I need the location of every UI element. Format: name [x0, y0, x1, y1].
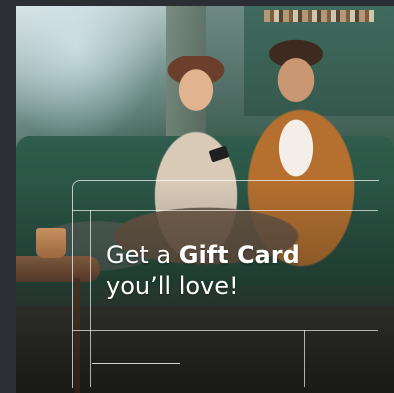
headline-emphasis: Gift Card [178, 241, 300, 269]
decorative-underline [92, 363, 180, 364]
headline-line-2: you’ll love! [106, 272, 239, 300]
headline-line-1: Get a Gift Card [106, 240, 376, 271]
headline-prefix: Get a [106, 241, 172, 269]
decorative-line [72, 210, 378, 211]
promo-headline: Get a Gift Card you’ll love! [106, 240, 376, 302]
decorative-line [72, 330, 378, 331]
decorative-line [304, 330, 305, 387]
decorative-line [90, 210, 91, 387]
